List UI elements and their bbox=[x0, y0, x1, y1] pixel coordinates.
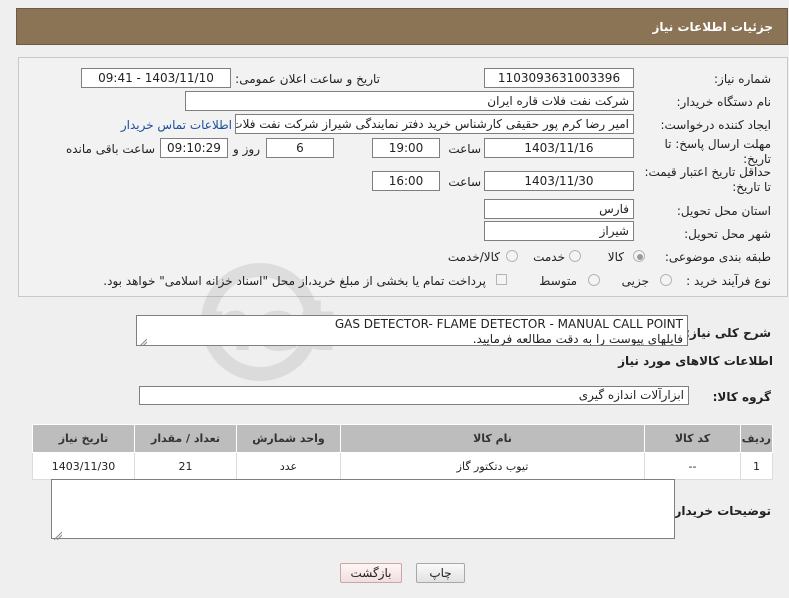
goods-group-field: ابزارآلات اندازه گیری bbox=[139, 386, 689, 405]
items-table: ردیف کد کالا نام کالا واحد شمارش تعداد /… bbox=[32, 424, 773, 480]
validity-label: حداقل تاریخ اعتبار قیمت: تا تاریخ: bbox=[641, 165, 771, 195]
category-option-goods-service: کالا/خدمت bbox=[447, 250, 500, 264]
days-remaining-field: 6 bbox=[266, 138, 334, 158]
print-button[interactable]: چاپ bbox=[416, 563, 465, 583]
city-field: شیراز bbox=[484, 221, 634, 241]
creator-label: ایجاد کننده درخواست: bbox=[660, 118, 771, 132]
validity-time-label: ساعت bbox=[448, 175, 481, 189]
col-code: کد کالا bbox=[644, 424, 741, 453]
need-number-label: شماره نیاز: bbox=[714, 72, 771, 86]
category-option-goods: کالا bbox=[607, 250, 624, 264]
validity-date-field: 1403/11/30 bbox=[484, 171, 634, 191]
cell-unit: عدد bbox=[236, 452, 341, 480]
announce-field: 1403/11/10 - 09:41 bbox=[81, 68, 231, 88]
days-label: روز و bbox=[233, 142, 260, 156]
cell-row: 1 bbox=[740, 452, 773, 480]
validity-time-field: 16:00 bbox=[372, 171, 440, 191]
col-date: تاریخ نیاز bbox=[32, 424, 135, 453]
buyer-notes-label: توضیحات خریدار: bbox=[669, 504, 771, 518]
page-header: جزئیات اطلاعات نیاز bbox=[16, 8, 788, 45]
remaining-time-label: ساعت باقی مانده bbox=[65, 142, 155, 156]
category-option-service: خدمت bbox=[533, 250, 565, 264]
announce-label: تاریخ و ساعت اعلان عمومی: bbox=[235, 72, 380, 86]
table-row: 1 -- تیوب دتکتور گاز عدد 21 1403/11/30 bbox=[32, 452, 773, 480]
category-radio-service[interactable] bbox=[569, 250, 581, 262]
col-name: نام کالا bbox=[340, 424, 645, 453]
resize-grip-icon[interactable] bbox=[139, 336, 148, 345]
cell-date: 1403/11/30 bbox=[32, 452, 135, 480]
goods-section-title: اطلاعات کالاهای مورد نیاز bbox=[618, 354, 773, 368]
creator-field: امیر رضا کرم پور حقیقی کارشناس خرید دفتر… bbox=[235, 114, 634, 134]
col-qty: تعداد / مقدار bbox=[134, 424, 237, 453]
category-radio-goods[interactable] bbox=[633, 250, 645, 262]
col-unit: واحد شمارش bbox=[236, 424, 341, 453]
description-label: شرح کلی نیاز: bbox=[685, 326, 771, 340]
description-line-2: فایلهای پیوست را به دقت مطالعه فرمایید. bbox=[472, 332, 683, 346]
remaining-time-field: 09:10:29 bbox=[160, 138, 228, 158]
cell-name: تیوب دتکتور گاز bbox=[340, 452, 645, 480]
deadline-label-text: مهلت ارسال پاسخ: تا تاریخ: bbox=[664, 137, 771, 166]
city-label: شهر محل تحویل: bbox=[684, 227, 771, 241]
buyer-label: نام دستگاه خریدار: bbox=[676, 95, 772, 109]
process-option-medium: متوسط bbox=[539, 274, 577, 288]
process-option-minor: جزیی bbox=[621, 274, 649, 288]
process-radio-minor[interactable] bbox=[660, 274, 672, 286]
deadline-time-field: 19:00 bbox=[372, 138, 440, 158]
notes-resize-grip-icon[interactable] bbox=[53, 529, 63, 541]
process-radio-medium[interactable] bbox=[588, 274, 600, 286]
deadline-time-label: ساعت bbox=[448, 142, 481, 156]
cell-qty: 21 bbox=[134, 452, 237, 480]
items-table-header: ردیف کد کالا نام کالا واحد شمارش تعداد /… bbox=[32, 424, 773, 453]
description-textarea[interactable]: GAS DETECTOR- FLAME DETECTOR - MANUAL CA… bbox=[136, 315, 688, 346]
province-field: فارس bbox=[484, 199, 634, 219]
description-line-1: GAS DETECTOR- FLAME DETECTOR - MANUAL CA… bbox=[334, 317, 683, 331]
category-radio-goods-service[interactable] bbox=[506, 250, 518, 262]
validity-label-text: حداقل تاریخ اعتبار قیمت: تا تاریخ: bbox=[644, 165, 771, 194]
category-label: طبقه بندی موضوعی: bbox=[664, 250, 771, 264]
treasury-checkbox[interactable] bbox=[496, 274, 507, 285]
deadline-label: مهلت ارسال پاسخ: تا تاریخ: bbox=[641, 137, 771, 167]
need-number-field: 1103093631003396 bbox=[484, 68, 634, 88]
buyer-notes-textarea[interactable] bbox=[51, 479, 675, 541]
province-label: استان محل تحویل: bbox=[676, 204, 771, 218]
buyer-contact-link[interactable]: اطلاعات تماس خریدار bbox=[121, 117, 232, 133]
payment-note: پرداخت تمام یا بخشی از مبلغ خرید،از محل … bbox=[103, 274, 486, 288]
buyer-field: شرکت نفت فلات قاره ایران bbox=[185, 91, 634, 111]
items-table-wrap: ردیف کد کالا نام کالا واحد شمارش تعداد /… bbox=[32, 424, 773, 480]
cell-code: -- bbox=[644, 452, 741, 480]
goods-group-label: گروه کالا: bbox=[712, 390, 771, 404]
back-button[interactable]: بازگشت bbox=[340, 563, 402, 583]
deadline-date-field: 1403/11/16 bbox=[484, 138, 634, 158]
col-row: ردیف bbox=[740, 424, 773, 453]
process-label: نوع فرآیند خرید : bbox=[686, 274, 771, 288]
